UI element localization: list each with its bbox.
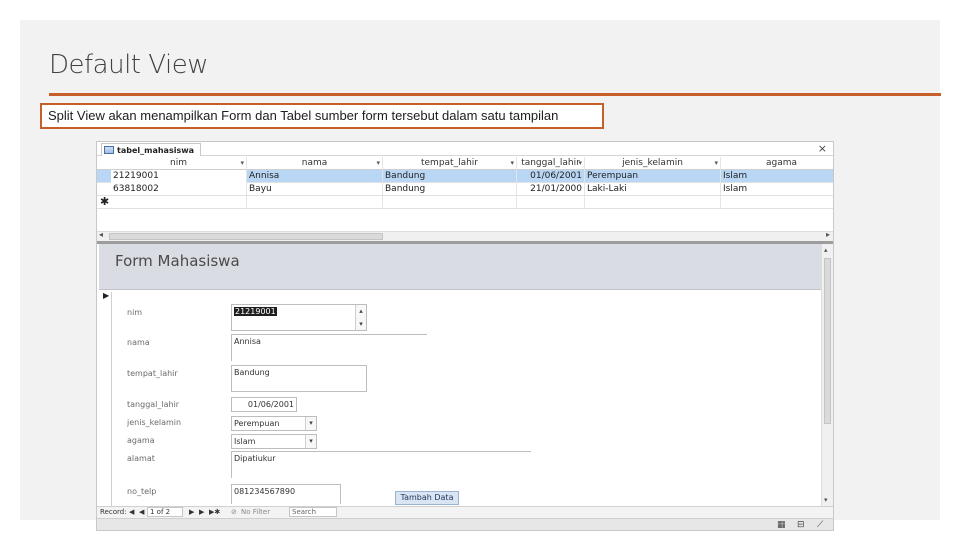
label-nim: nim — [127, 308, 143, 317]
sort-arrow-icon[interactable]: ▾ — [376, 157, 380, 169]
sort-arrow-icon[interactable]: ▾ — [240, 157, 244, 169]
nim-combo[interactable]: 21219001 ▴ ▾ — [231, 304, 367, 331]
cell-agama[interactable] — [721, 196, 833, 209]
cell-tempat-lahir[interactable] — [383, 196, 517, 209]
slide-title: Default View — [49, 50, 208, 80]
datasheet-empty-area — [97, 211, 833, 231]
horizontal-scrollbar[interactable]: ◂ ▸ — [97, 230, 833, 241]
label-tanggal-lahir: tanggal_lahir — [127, 400, 180, 409]
nama-field[interactable]: Annisa — [231, 334, 427, 361]
jenis-kelamin-select[interactable]: Perempuan ▾ — [231, 416, 317, 431]
record-selector-icon[interactable]: ▶ — [103, 291, 109, 300]
form-detail: nim 21219001 ▴ ▾ nama Annisa tempat_lahir… — [111, 290, 819, 506]
search-input[interactable]: Search — [289, 507, 337, 517]
record-navigation-bar: Record: ◀ ◀ 1 of 2 ▶ ▶ ▶✱ ⊘ No Filter Se… — [97, 506, 833, 518]
form-header: Form Mahasiswa — [99, 244, 821, 290]
scroll-thumb[interactable] — [109, 233, 383, 240]
cell-nim[interactable] — [111, 196, 247, 209]
new-record-button[interactable]: ▶✱ — [209, 508, 220, 516]
sort-arrow-icon[interactable]: ▾ — [714, 157, 718, 169]
label-tempat-lahir: tempat_lahir — [127, 369, 178, 378]
table-icon — [104, 146, 114, 154]
cell-tanggal-lahir[interactable] — [517, 196, 585, 209]
vertical-scrollbar[interactable]: ▴ ▾ — [821, 244, 833, 506]
table-row[interactable]: 21219001 Annisa Bandung 01/06/2001 Perem… — [97, 170, 833, 183]
cell-jenis-kelamin[interactable] — [585, 196, 721, 209]
tab-tabel-mahasiswa[interactable]: tabel_mahasiswa — [101, 143, 201, 156]
cell-agama[interactable]: Islam — [721, 170, 833, 183]
screen: Default View Split View akan menampilkan… — [0, 0, 960, 540]
column-header-tanggal-lahir[interactable]: tanggal_lahir ▾ — [517, 157, 585, 170]
cell-jenis-kelamin[interactable]: Laki-Laki — [585, 183, 721, 196]
scroll-thumb[interactable] — [824, 258, 831, 424]
label-alamat: alamat — [127, 454, 155, 463]
alamat-field[interactable]: Dipatiukur — [231, 451, 531, 478]
last-record-button[interactable]: ▶ — [199, 508, 204, 516]
nim-value: 21219001 — [234, 307, 277, 316]
close-icon[interactable]: × — [818, 142, 827, 155]
cell-jenis-kelamin[interactable]: Perempuan — [585, 170, 721, 183]
cell-tanggal-lahir[interactable]: 21/01/2000 — [517, 183, 585, 196]
datasheet: nim ▾ nama ▾ tempat_lahir ▾ tanggal_lahir ▾ … — [97, 157, 833, 209]
cell-tanggal-lahir[interactable]: 01/06/2001 — [517, 170, 585, 183]
datasheet-view-icon[interactable]: ⊟ — [797, 520, 805, 530]
cell-tempat-lahir[interactable]: Bandung — [383, 170, 517, 183]
new-record-row[interactable]: ✱ — [97, 195, 833, 209]
tab-label: tabel_mahasiswa — [117, 145, 194, 155]
label-no-telp: no_telp — [127, 487, 157, 496]
slide-caption: Split View akan menampilkan Form dan Tab… — [40, 103, 604, 129]
scroll-down-icon[interactable]: ▾ — [824, 496, 828, 504]
next-record-button[interactable]: ▶ — [189, 508, 194, 516]
document-tab-bar: tabel_mahasiswa × — [97, 142, 833, 156]
agama-select[interactable]: Islam ▾ — [231, 434, 317, 449]
cell-nim[interactable]: 21219001 — [111, 170, 247, 183]
no-filter-button[interactable]: No Filter — [241, 508, 270, 516]
access-split-view: tabel_mahasiswa × nim ▾ nama ▾ tempat_lahi… — [96, 141, 834, 531]
form-view-icon[interactable]: ▦ — [777, 520, 786, 530]
spinner-icon[interactable]: ▴ ▾ — [355, 305, 366, 330]
design-view-icon[interactable]: ⟋ — [817, 520, 823, 530]
column-header-tempat-lahir[interactable]: tempat_lahir ▾ — [383, 157, 517, 170]
record-position[interactable]: 1 of 2 — [147, 507, 183, 517]
cell-nama[interactable] — [247, 196, 383, 209]
cell-agama[interactable]: Islam — [721, 183, 833, 196]
column-header-agama[interactable]: agama — [721, 157, 833, 170]
first-record-button[interactable]: ◀ — [129, 508, 134, 516]
caption-text: Split View akan menampilkan Form dan Tab… — [48, 108, 559, 123]
filter-icon[interactable]: ⊘ — [231, 508, 237, 516]
scroll-right-icon[interactable]: ▸ — [826, 230, 830, 239]
form-title: Form Mahasiswa — [115, 252, 240, 270]
sort-arrow-icon[interactable]: ▾ — [510, 157, 514, 169]
column-header-nim[interactable]: nim ▾ — [111, 157, 247, 170]
new-record-icon: ✱ — [100, 195, 110, 208]
status-bar: ▦ ⊟ ⟋ — [97, 518, 833, 530]
cell-nama[interactable]: Bayu — [247, 183, 383, 196]
no-telp-field[interactable]: 081234567890 — [231, 484, 341, 504]
cell-tempat-lahir[interactable]: Bandung — [383, 183, 517, 196]
sort-arrow-icon[interactable]: ▾ — [578, 157, 582, 169]
datasheet-header-row: nim ▾ nama ▾ tempat_lahir ▾ tanggal_lahir ▾ … — [97, 157, 833, 170]
label-nama: nama — [127, 338, 150, 347]
divider — [111, 292, 112, 506]
column-header-jenis-kelamin[interactable]: jenis_kelamin ▾ — [585, 157, 721, 170]
tempat-lahir-field[interactable]: Bandung — [231, 365, 367, 392]
label-agama: agama — [127, 436, 155, 445]
label-jenis-kelamin: jenis_kelamin — [127, 418, 182, 427]
previous-record-button[interactable]: ◀ — [139, 508, 144, 516]
cell-nim[interactable]: 63818002 — [111, 183, 247, 196]
cell-nama[interactable]: Annisa — [247, 170, 383, 183]
table-row[interactable]: 63818002 Bayu Bandung 21/01/2000 Laki-La… — [97, 183, 833, 196]
tambah-data-button[interactable]: Tambah Data — [395, 491, 459, 505]
record-label: Record: — [100, 508, 127, 516]
scroll-up-icon[interactable]: ▴ — [824, 246, 828, 254]
chevron-down-icon[interactable]: ▾ — [305, 417, 316, 430]
column-header-nama[interactable]: nama ▾ — [247, 157, 383, 170]
title-underline — [49, 93, 941, 96]
scroll-left-icon[interactable]: ◂ — [99, 230, 103, 239]
chevron-down-icon[interactable]: ▾ — [305, 435, 316, 448]
tanggal-lahir-field[interactable]: 01/06/2001 — [231, 397, 297, 412]
